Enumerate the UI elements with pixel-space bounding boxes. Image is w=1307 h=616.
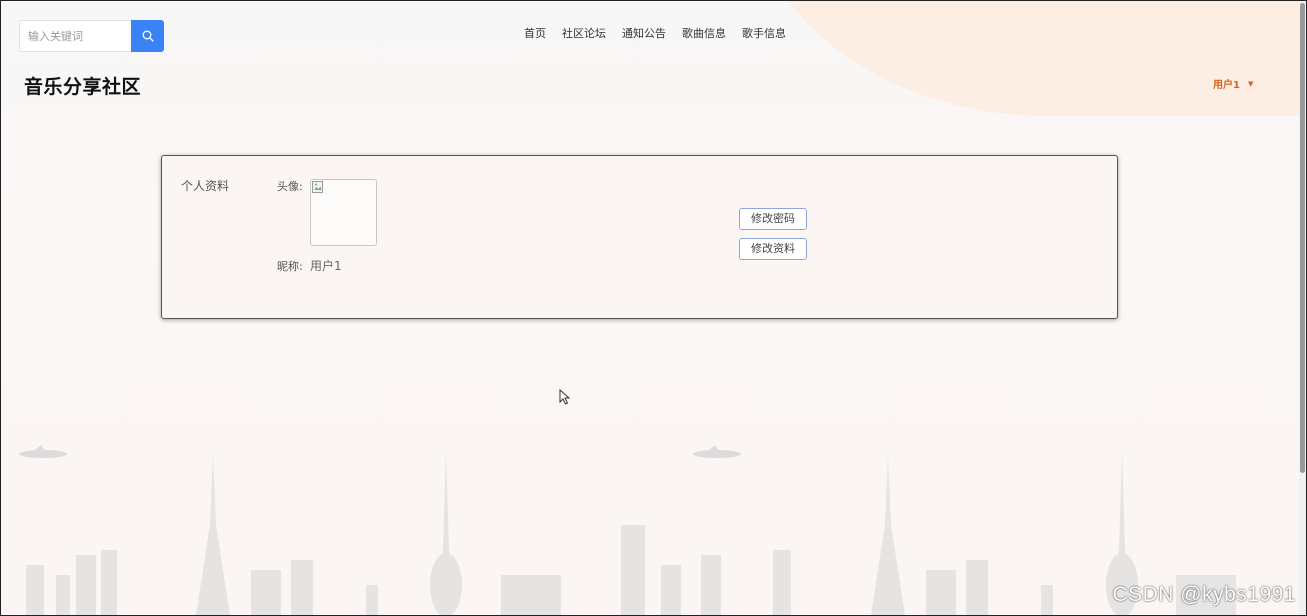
nickname-value: 用户1 — [310, 259, 342, 273]
broken-image-icon — [312, 181, 323, 193]
nickname-label: 昵称: — [277, 260, 303, 273]
csdn-watermark: CSDN @kybs1991 — [1112, 583, 1296, 606]
browser-viewport: 首页 社区论坛 通知公告 歌曲信息 歌手信息 音乐分享社区 用户1 ▼ 个人资料… — [0, 0, 1307, 616]
avatar-label: 头像: — [277, 180, 303, 193]
mouse-cursor-icon — [559, 389, 571, 405]
site-title: 音乐分享社区 — [24, 76, 142, 98]
caret-down-icon: ▼ — [1247, 79, 1254, 88]
edit-profile-button[interactable]: 修改资料 — [739, 238, 807, 260]
nav-item-forum[interactable]: 社区论坛 — [554, 25, 614, 41]
nav-item-notices[interactable]: 通知公告 — [614, 25, 674, 41]
search-input[interactable] — [19, 20, 131, 52]
search-button[interactable] — [131, 20, 164, 52]
vertical-scrollbar[interactable] — [1299, 1, 1306, 615]
profile-section-label: 个人资料 — [181, 179, 230, 193]
nav-item-songs[interactable]: 歌曲信息 — [674, 25, 734, 41]
change-password-button[interactable]: 修改密码 — [739, 208, 807, 230]
profile-card: 个人资料 头像: 昵称: 用户1 修改密码 修改资料 — [161, 155, 1118, 319]
search-icon — [142, 30, 154, 42]
search-bar — [19, 20, 166, 54]
main-nav: 首页 社区论坛 通知公告 歌曲信息 歌手信息 — [516, 25, 794, 41]
avatar-image — [310, 179, 377, 246]
user-name: 用户1 — [1213, 80, 1240, 91]
nav-item-home[interactable]: 首页 — [516, 25, 554, 41]
city-skyline-illustration — [19, 445, 1236, 615]
decorative-peach-shape — [746, 1, 1306, 116]
user-menu-dropdown[interactable]: 用户1 ▼ — [1213, 76, 1254, 92]
scrollbar-thumb[interactable] — [1300, 3, 1305, 473]
nav-item-singers[interactable]: 歌手信息 — [734, 25, 794, 41]
